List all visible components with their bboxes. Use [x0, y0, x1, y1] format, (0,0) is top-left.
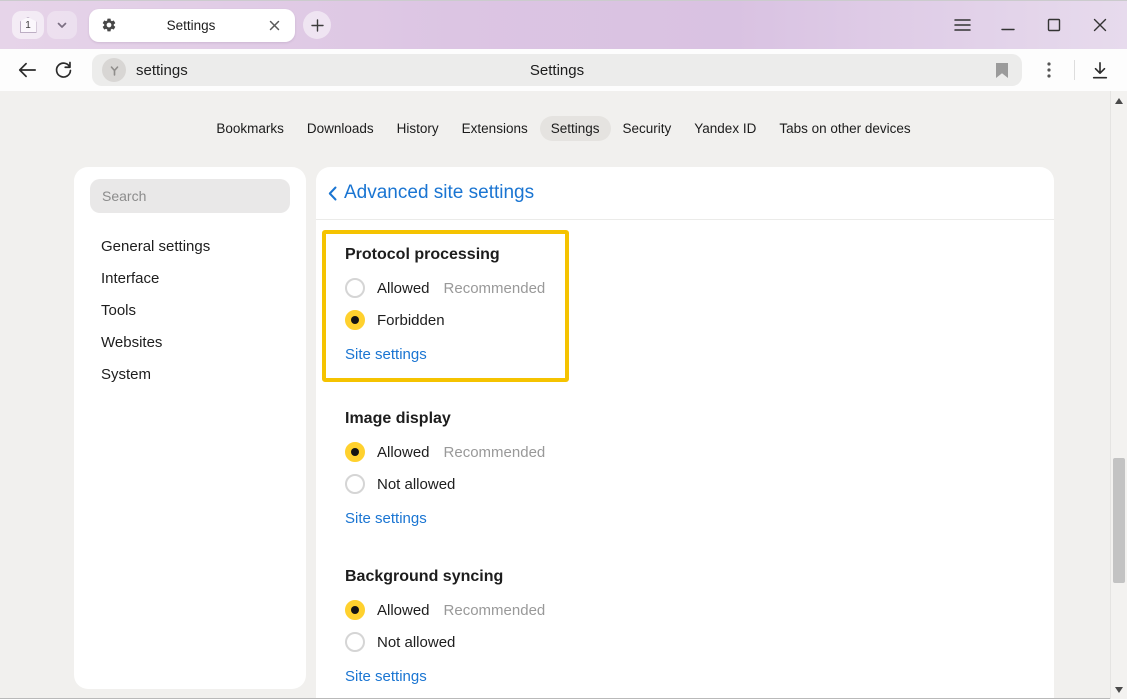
section-image-display: Image display Allowed Recommended Not al… — [345, 410, 1054, 530]
tab-counter-button[interactable]: 1 — [12, 11, 44, 39]
radio-icon — [345, 278, 365, 298]
radio-option-forbidden[interactable]: Forbidden — [345, 304, 555, 336]
radio-option-allowed[interactable]: Allowed Recommended — [345, 594, 1054, 626]
back-to-settings-header[interactable]: Advanced site settings — [316, 167, 1054, 219]
url-bar[interactable]: settings Settings — [92, 54, 1022, 86]
sidebar-items: General settings Interface Tools Website… — [90, 230, 290, 390]
window-controls — [953, 16, 1109, 34]
window-close-button[interactable] — [1091, 16, 1109, 34]
reload-icon — [54, 61, 73, 80]
nav-tab-downloads[interactable]: Downloads — [307, 121, 374, 136]
downloads-button[interactable] — [1085, 55, 1115, 85]
settings-main-panel: Advanced site settings Protocol processi… — [316, 167, 1054, 698]
scroll-down-arrow-icon[interactable] — [1115, 687, 1123, 693]
nav-tab-security[interactable]: Security — [623, 121, 672, 136]
sidebar-item-websites[interactable]: Websites — [90, 326, 290, 358]
vertical-scrollbar[interactable] — [1110, 91, 1127, 699]
titlebar: 1 Settings — [0, 1, 1127, 49]
radio-option-not-allowed[interactable]: Not allowed — [345, 626, 1054, 658]
site-settings-link[interactable]: Site settings — [345, 666, 427, 688]
site-settings-link[interactable]: Site settings — [345, 508, 427, 530]
radio-option-allowed[interactable]: Allowed Recommended — [345, 436, 1054, 468]
browser-tab-settings[interactable]: Settings — [89, 9, 295, 42]
back-button[interactable] — [12, 55, 42, 85]
close-icon — [1093, 18, 1107, 32]
nav-tab-extensions[interactable]: Extensions — [462, 121, 528, 136]
settings-nav-tabs: Bookmarks Downloads History Extensions S… — [0, 91, 1127, 141]
header-divider — [316, 219, 1054, 220]
radio-label: Allowed — [377, 280, 430, 297]
site-settings-link[interactable]: Site settings — [345, 344, 427, 366]
nav-tab-settings[interactable]: Settings — [540, 116, 611, 141]
section-title: Protocol processing — [345, 246, 555, 264]
radio-label: Allowed — [377, 602, 430, 619]
extensions-kebab-button[interactable] — [1034, 55, 1064, 85]
settings-page: Bookmarks Downloads History Extensions S… — [0, 91, 1127, 699]
section-title: Background syncing — [345, 568, 1054, 586]
browser-menu-button[interactable] — [953, 16, 971, 34]
page-title: Settings — [92, 62, 1022, 79]
kebab-menu-icon — [1047, 62, 1051, 78]
radio-label: Allowed — [377, 444, 430, 461]
radio-icon — [345, 632, 365, 652]
nav-tab-yandex-id[interactable]: Yandex ID — [694, 121, 756, 136]
toolbar-divider — [1074, 60, 1075, 80]
nav-tab-history[interactable]: History — [397, 121, 439, 136]
url-text: settings — [136, 62, 188, 79]
settings-layout: General settings Interface Tools Website… — [74, 167, 1127, 698]
minimize-icon — [1001, 18, 1015, 32]
radio-option-not-allowed[interactable]: Not allowed — [345, 468, 1054, 500]
tab-title: Settings — [125, 18, 257, 33]
hamburger-icon — [954, 18, 971, 32]
settings-sidebar: General settings Interface Tools Website… — [74, 167, 306, 689]
radio-icon — [345, 474, 365, 494]
new-tab-button[interactable] — [303, 11, 331, 39]
radio-icon — [345, 600, 365, 620]
sidebar-item-system[interactable]: System — [90, 358, 290, 390]
radio-icon — [345, 310, 365, 330]
radio-label: Forbidden — [377, 312, 445, 329]
chevron-left-icon — [328, 186, 337, 201]
recommended-badge: Recommended — [444, 602, 546, 619]
tab-list-dropdown-button[interactable] — [47, 11, 77, 39]
close-icon — [269, 20, 280, 31]
radio-label: Not allowed — [377, 476, 455, 493]
arrow-left-icon — [17, 61, 37, 79]
sidebar-item-tools[interactable]: Tools — [90, 294, 290, 326]
tab-counter-badge: 1 — [20, 17, 37, 33]
section-page-title: Advanced site settings — [344, 182, 534, 204]
plus-icon — [311, 19, 324, 32]
scroll-up-arrow-icon[interactable] — [1115, 98, 1123, 104]
scrollbar-thumb[interactable] — [1113, 458, 1125, 583]
recommended-badge: Recommended — [444, 444, 546, 461]
tab-close-button[interactable] — [265, 16, 283, 34]
site-protect-badge[interactable] — [102, 58, 126, 82]
maximize-button[interactable] — [1045, 16, 1063, 34]
sidebar-item-general-settings[interactable]: General settings — [90, 230, 290, 262]
nav-tab-other-devices[interactable]: Tabs on other devices — [779, 121, 910, 136]
recommended-badge: Recommended — [444, 280, 546, 297]
maximize-icon — [1047, 18, 1061, 32]
radio-option-allowed[interactable]: Allowed Recommended — [345, 272, 555, 304]
bookmark-icon — [995, 62, 1009, 79]
radio-label: Not allowed — [377, 634, 455, 651]
nav-tab-bookmarks[interactable]: Bookmarks — [216, 121, 284, 136]
radio-icon — [345, 442, 365, 462]
bookmark-button[interactable] — [992, 60, 1012, 80]
section-title: Image display — [345, 410, 1054, 428]
section-background-syncing: Background syncing Allowed Recommended N… — [345, 568, 1054, 688]
address-bar: settings Settings — [0, 49, 1127, 91]
gear-icon — [101, 17, 117, 33]
section-protocol-processing: Protocol processing Allowed Recommended … — [322, 230, 569, 382]
download-icon — [1091, 61, 1109, 80]
search-input[interactable] — [90, 179, 290, 213]
tab-counter-group: 1 — [12, 11, 77, 39]
reload-button[interactable] — [48, 55, 78, 85]
yandex-protect-icon — [107, 63, 122, 78]
minimize-button[interactable] — [999, 16, 1017, 34]
chevron-down-icon — [56, 19, 68, 31]
sidebar-item-interface[interactable]: Interface — [90, 262, 290, 294]
